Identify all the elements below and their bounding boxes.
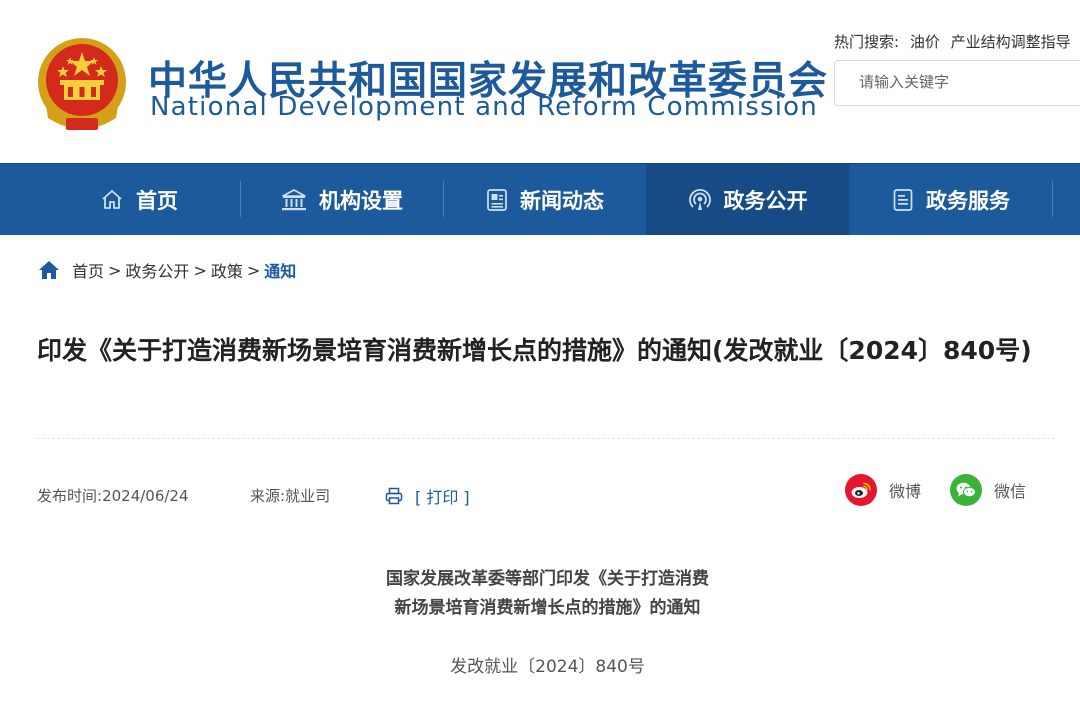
nav-item-label: 机构设置 [319,188,403,213]
site-title-en: National Development and Reform Commissi… [150,92,818,122]
site-header: 中华人民共和国国家发展和改革委员会 National Development a… [0,0,1080,163]
share-weibo-button[interactable]: 微博 [845,474,921,506]
nav-item-organization[interactable]: 机构设置 [241,164,443,235]
article-subtitle: 国家发展改革委等部门印发《关于打造消费 新场景培育消费新增长点的措施》的通知 [0,565,1080,623]
breadcrumb: 首页 > 政务公开 > 政策 > 通知 [38,258,296,282]
printer-icon [385,487,403,505]
national-emblem-icon [38,38,126,130]
document-icon [893,188,913,211]
search-input[interactable] [859,73,1079,91]
nav-divider [1052,181,1053,217]
nav-item-government-affairs[interactable]: 政务公开 [646,164,849,235]
share-wechat-button[interactable]: 微信 [950,474,1026,506]
publish-date: 发布时间:2024/06/24 [37,485,189,506]
breadcrumb-link-government-affairs[interactable]: 政务公开 [125,258,189,282]
nav-item-label: 首页 [136,188,178,213]
hot-keyword-link[interactable]: 油价 [910,33,940,51]
nav-item-news[interactable]: 新闻动态 [444,164,646,235]
nav-item-label: 政务服务 [926,188,1010,213]
hot-search-label: 热门搜索: [834,33,900,51]
print-button[interactable]: [ 打印 ] [385,484,470,508]
breadcrumb-separator: > [246,260,261,280]
weibo-icon [845,474,877,506]
home-icon [102,189,122,209]
publish-date-value: 2024/06/24 [102,487,189,505]
main-nav: 首页 机构设置 新闻动态 政务公开 政务服务 [0,163,1080,235]
article-source: 来源:就业司 [250,485,330,506]
publish-date-label: 发布时间: [37,487,103,505]
nav-item-home[interactable]: 首页 [38,164,240,235]
hot-keyword-link[interactable]: 产业结构调整指导 [951,33,1071,51]
document-number: 发改就业〔2024〕840号 [450,657,645,677]
nav-item-services[interactable]: 政务服务 [850,164,1052,235]
breadcrumb-separator: > [108,260,122,280]
article-subtitle-line: 国家发展改革委等部门印发《关于打造消费 [386,569,709,589]
nav-item-label: 政务公开 [723,188,808,213]
title-divider [37,438,1055,439]
breadcrumb-current[interactable]: 通知 [264,258,296,282]
print-label: [ 打印 ] [415,488,470,507]
source-label: 来源: [250,487,286,505]
building-icon [282,188,306,210]
share-weibo-label: 微博 [889,482,922,501]
article-title: 印发《关于打造消费新场景培育消费新增长点的措施》的通知(发改就业〔2024〕84… [37,336,1032,365]
share-wechat-label: 微信 [994,482,1027,501]
broadcast-icon [688,188,711,210]
nav-item-label: 新闻动态 [520,188,604,213]
source-value: 就业司 [285,487,331,505]
breadcrumb-link-home[interactable]: 首页 [72,258,104,282]
breadcrumb-separator: > [193,260,207,280]
breadcrumb-link-policy[interactable]: 政策 [211,258,243,282]
wechat-icon [950,474,982,506]
news-icon [487,188,507,211]
article-subtitle-line: 新场景培育消费新增长点的措施》的通知 [394,598,701,618]
home-icon[interactable] [38,260,60,280]
hot-search: 热门搜索: 油价 产业结构调整指导 [834,31,1071,52]
search-box [834,60,1080,106]
